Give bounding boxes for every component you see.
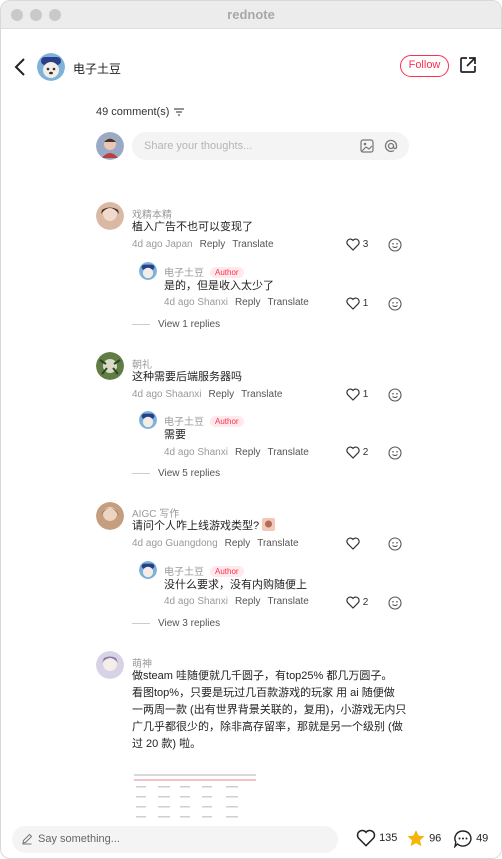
reply-button[interactable]: Reply [209,389,235,400]
reply-button[interactable]: Reply [235,297,261,308]
emoji-icon[interactable] [388,297,402,311]
like-button[interactable]: 3 [346,238,368,251]
post-like-count: 135 [379,831,398,844]
comment-text: 植入广告不也可以变现了 [132,221,253,233]
post-collect-button[interactable]: 96 [406,829,441,848]
comment-text-line: 看图top%，只要是玩过几百款游戏的玩家 用 ai 随便做 [132,687,395,699]
translate-button[interactable]: Translate [257,538,298,549]
reply-text: 是的，但是收入太少了 [164,280,274,292]
bottom-bar: Say something... 135 96 49 [1,819,501,858]
heart-icon [346,537,360,550]
reply-avatar[interactable] [139,411,157,429]
say-something-placeholder: Say something... [38,833,120,845]
post-header: 电子土豆 Follow [1,49,501,87]
comment-count[interactable]: 49 comment(s) [96,106,185,118]
comment-text-line: 一两周一款 (出有世界背景关联的，复用)，小游戏无内只 [132,704,407,716]
emoji-icon[interactable] [388,238,402,252]
reply-button[interactable]: Reply [235,447,261,458]
reply-button[interactable]: Reply [225,538,251,549]
comment-text-line: 过 20 款) 啦。 [132,738,202,750]
comment-meta: 4d ago Japan Reply Translate [132,239,274,250]
view-replies-link[interactable]: View 1 replies [132,319,220,330]
comment-input[interactable]: Share your thoughts... [132,132,409,160]
like-button[interactable]: 2 [346,446,368,459]
like-button[interactable] [346,537,360,550]
post-comment-count: 49 [476,832,489,845]
reply-meta: 4d ago Shanxi Reply Translate [164,596,309,607]
reply-author-name[interactable]: 电子土豆 Author [164,264,244,279]
commenter-avatar[interactable] [96,202,124,230]
comment-text-line: 做steam 哇随便就几千圆子，有top25% 都几万圆子。 [132,670,393,682]
reply-avatar[interactable] [139,561,157,579]
author-badge: Author [210,566,244,577]
emoji-icon[interactable] [388,537,402,551]
comment-text: 请问个人咋上线游戏类型? [132,518,276,535]
like-count: 2 [362,447,369,459]
translate-button[interactable]: Translate [232,239,273,250]
translate-button[interactable]: Translate [268,596,309,607]
translate-button[interactable]: Translate [241,389,282,400]
like-count: 2 [362,597,369,609]
mention-icon[interactable] [384,139,398,153]
title-bar: rednote [1,1,501,29]
like-count: 1 [362,298,369,310]
commenter-avatar[interactable] [96,352,124,380]
comment-input-placeholder: Share your thoughts... [144,140,253,152]
reply-author-name[interactable]: 电子土豆 Author [164,413,244,428]
heart-icon [346,596,360,609]
post-collect-count: 96 [429,832,442,845]
heart-icon [346,446,360,459]
author-badge: Author [210,267,244,278]
author-name[interactable]: 电子土豆 [73,60,121,77]
comment-meta: 4d ago Guangdong Reply Translate [132,538,299,549]
translate-button[interactable]: Translate [268,297,309,308]
reply-meta: 4d ago Shanxi Reply Translate [164,297,309,308]
commenter-avatar[interactable] [96,502,124,530]
sort-icon[interactable] [174,108,185,116]
reply-button[interactable]: Reply [235,596,261,607]
say-something-input[interactable]: Say something... [12,826,338,853]
follow-button[interactable]: Follow [400,55,449,77]
emoji-icon[interactable] [388,388,402,402]
like-button[interactable]: 1 [346,297,368,310]
like-button[interactable]: 1 [346,388,368,401]
author-avatar[interactable] [37,53,65,81]
reply-author-name[interactable]: 电子土豆 Author [164,563,244,578]
emoji-icon[interactable] [388,446,402,460]
author-badge: Author [210,416,244,427]
like-count: 1 [362,389,369,401]
reply-text: 需要 [164,429,186,441]
heart-icon [346,238,360,251]
view-replies-link[interactable]: View 5 replies [132,468,220,479]
star-icon [407,830,425,847]
comment-bubble-icon [453,830,472,849]
reply-text: 没什么要求，没有内购随便上 [164,579,307,591]
heart-icon [356,829,376,847]
view-replies-link[interactable]: View 3 replies [132,618,220,629]
app-window: rednote 电子土豆 Follow 49 comment(s) Share … [0,0,502,859]
commenter-avatar[interactable] [96,651,124,679]
comment-text-line: 广几乎都很少的，除非高存留率，那就是另一个级别 (做 [132,721,403,733]
pencil-icon [22,833,33,845]
heart-icon [346,388,360,401]
translate-button[interactable]: Translate [268,447,309,458]
sticker-icon [262,518,276,531]
reply-meta: 4d ago Shanxi Reply Translate [164,447,309,458]
back-icon[interactable] [13,57,29,77]
comment-text: 这种需要后端服务器吗 [132,371,242,383]
window-title: rednote [227,7,275,22]
post-comment-button[interactable]: 49 [453,829,489,849]
share-icon[interactable] [459,56,477,74]
post-like-button[interactable]: 135 [356,829,397,847]
reply-button[interactable]: Reply [200,239,226,250]
image-icon[interactable] [360,139,374,153]
comment-meta: 4d ago Shaanxi Reply Translate [132,389,283,400]
like-button[interactable]: 2 [346,596,368,609]
reply-avatar[interactable] [139,262,157,280]
current-user-avatar [96,132,124,160]
like-count: 3 [362,239,369,251]
emoji-icon[interactable] [388,596,402,610]
heart-icon [346,297,360,310]
